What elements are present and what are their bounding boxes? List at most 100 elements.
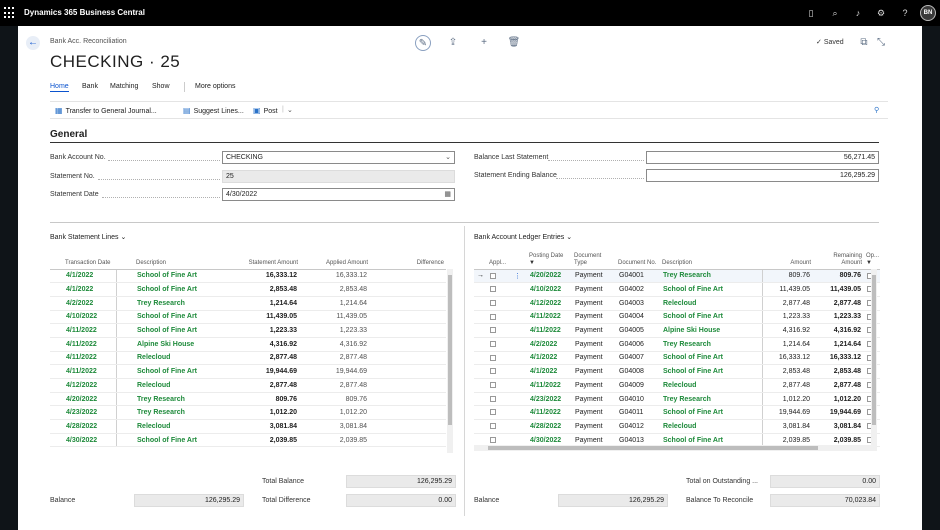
table-row[interactable]: 4/11/2022 Payment G04009 Relecloud 2,877.48 2… — [474, 378, 880, 393]
transfer-to-journal-button[interactable]: ▦ Transfer to General Journal... — [55, 106, 157, 115]
edit-pencil-icon[interactable]: ✎ — [415, 35, 431, 51]
transaction-date-cell[interactable]: 4/2/2022 — [63, 296, 116, 311]
document-no-cell[interactable]: G04003 — [616, 296, 660, 311]
row-marker[interactable] — [50, 269, 63, 284]
row-marker[interactable]: → — [474, 269, 487, 284]
description-cell[interactable]: Trey Research — [660, 337, 762, 352]
col-document-type[interactable]: Document Type — [572, 249, 616, 270]
posting-date-cell[interactable]: 4/23/2022 — [527, 392, 572, 407]
amount-cell[interactable]: 1,012.20 — [761, 392, 813, 407]
applied-checkbox-cell[interactable] — [487, 323, 511, 338]
spacer-cell[interactable] — [115, 392, 134, 407]
difference-cell[interactable] — [370, 337, 446, 352]
description-cell[interactable]: School of Fine Art — [134, 269, 218, 284]
table-row[interactable]: 4/23/2022 Trey Research 1,012.20 1,012.20 — [50, 405, 446, 421]
description-cell[interactable]: Relecloud — [134, 419, 218, 434]
row-marker[interactable] — [50, 433, 63, 448]
amount-cell[interactable]: 16,333.12 — [761, 351, 813, 366]
amount-cell[interactable]: 2,853.48 — [761, 364, 813, 379]
document-no-cell[interactable]: G04002 — [616, 282, 660, 297]
description-cell[interactable]: Relecloud — [134, 351, 218, 366]
table-row[interactable]: 4/1/2022 Payment G04007 School of Fine Art 1… — [474, 351, 880, 366]
col-applied-amount[interactable]: Applied Amount — [300, 249, 370, 270]
row-marker[interactable] — [50, 282, 63, 297]
col-transaction-date[interactable]: Transaction Date — [63, 249, 116, 270]
table-row[interactable]: 4/12/2022 Payment G04003 Relecloud 2,877.48 2… — [474, 296, 880, 311]
applied-checkbox-cell[interactable] — [487, 296, 511, 311]
statement-date-field[interactable]: 4/30/2022 ▦ — [222, 188, 455, 201]
description-cell[interactable]: School of Fine Art — [134, 364, 218, 379]
applied-checkbox-cell[interactable] — [487, 392, 511, 407]
statement-amount-cell[interactable]: 1,223.33 — [218, 323, 300, 338]
collapse-icon[interactable]: ⤡ — [873, 35, 889, 51]
difference-cell[interactable] — [370, 378, 446, 393]
difference-cell[interactable] — [370, 269, 446, 284]
row-marker[interactable] — [50, 323, 63, 338]
col-document-no[interactable]: Document No. — [616, 249, 660, 270]
suggest-lines-button[interactable]: ▤ Suggest Lines... — [183, 106, 244, 115]
posting-date-cell[interactable]: 4/12/2022 — [527, 296, 572, 311]
table-row[interactable]: 4/28/2022 Payment G04012 Relecloud 3,081.84 3… — [474, 419, 880, 434]
row-marker[interactable] — [474, 337, 487, 352]
table-row[interactable]: 4/1/2022 School of Fine Art 16,333.12 16,33… — [50, 269, 446, 284]
applied-checkbox-cell[interactable] — [487, 378, 511, 393]
posting-date-cell[interactable]: 4/10/2022 — [527, 282, 572, 297]
tab-bank[interactable]: Bank — [82, 83, 98, 90]
ledger-entries-title[interactable]: Bank Account Ledger Entries ⌄ — [474, 233, 572, 241]
document-no-cell[interactable]: G04007 — [616, 351, 660, 366]
row-actions-cell[interactable] — [511, 337, 527, 352]
applied-checkbox[interactable] — [490, 313, 496, 320]
remaining-amount-cell[interactable]: 1,214.64 — [813, 337, 864, 352]
filter-icon[interactable]: ▼ — [866, 260, 872, 266]
remaining-amount-cell[interactable]: 809.76 — [813, 269, 864, 284]
share-icon[interactable]: ⇪ — [445, 35, 461, 51]
description-cell[interactable]: Relecloud — [660, 378, 762, 393]
row-marker[interactable] — [474, 282, 487, 297]
col-description[interactable]: Description — [660, 249, 762, 270]
table-row[interactable]: → ⋮ 4/20/2022 Payment G04001 Trey Research 809… — [474, 269, 880, 284]
amount-cell[interactable]: 1,223.33 — [761, 310, 813, 325]
amount-cell[interactable]: 4,316.92 — [761, 323, 813, 338]
row-actions-cell[interactable] — [511, 419, 527, 434]
applied-checkbox-cell[interactable] — [487, 364, 511, 379]
spacer-cell[interactable] — [115, 337, 134, 352]
col-amount[interactable]: Amount — [762, 249, 813, 270]
applied-checkbox-cell[interactable] — [487, 405, 511, 421]
applied-checkbox[interactable] — [490, 340, 496, 347]
transaction-date-cell[interactable]: 4/11/2022 — [63, 351, 116, 366]
document-type-cell[interactable]: Payment — [572, 269, 616, 284]
delete-icon[interactable]: 🗑 — [506, 35, 522, 51]
applied-checkbox[interactable] — [490, 395, 496, 402]
remaining-amount-cell[interactable]: 3,081.84 — [813, 419, 864, 434]
ledger-entries-hscrollbar[interactable] — [474, 445, 877, 451]
table-row[interactable]: 4/10/2022 School of Fine Art 11,439.05 11,4… — [50, 310, 446, 325]
spacer-cell[interactable] — [115, 433, 134, 448]
difference-cell[interactable] — [370, 323, 446, 338]
spacer-cell[interactable] — [115, 378, 134, 393]
description-cell[interactable]: School of Fine Art — [134, 282, 218, 297]
tab-more-options[interactable]: More options — [195, 83, 235, 90]
row-marker[interactable] — [50, 351, 63, 366]
statement-amount-cell[interactable]: 1,214.64 — [218, 296, 300, 311]
col-statement-amount[interactable]: Statement Amount — [218, 249, 300, 270]
row-marker[interactable] — [50, 392, 63, 407]
table-row[interactable]: 4/23/2022 Payment G04010 Trey Research 1,012… — [474, 392, 880, 407]
spacer-cell[interactable] — [115, 419, 134, 434]
applied-checkbox-cell[interactable] — [487, 337, 511, 352]
spacer-cell[interactable] — [115, 269, 134, 284]
row-actions-cell[interactable] — [511, 405, 527, 421]
document-icon[interactable]: ▯ — [804, 7, 818, 19]
transaction-date-cell[interactable]: 4/28/2022 — [63, 419, 116, 434]
applied-checkbox-cell[interactable] — [487, 282, 511, 297]
remaining-amount-cell[interactable]: 2,877.48 — [813, 378, 864, 393]
table-row[interactable]: 4/10/2022 Payment G04002 School of Fine Art… — [474, 282, 880, 297]
description-cell[interactable]: School of Fine Art — [660, 351, 762, 366]
statement-amount-cell[interactable]: 19,944.69 — [218, 364, 300, 379]
remaining-amount-cell[interactable]: 2,877.48 — [813, 296, 864, 311]
row-marker[interactable] — [474, 296, 487, 311]
posting-date-cell[interactable]: 4/11/2022 — [527, 310, 572, 325]
statement-lines-scrollbar[interactable] — [447, 269, 453, 453]
statement-amount-cell[interactable]: 2,877.48 — [218, 351, 300, 366]
remaining-amount-cell[interactable]: 16,333.12 — [813, 351, 864, 366]
spacer-cell[interactable] — [115, 282, 134, 297]
